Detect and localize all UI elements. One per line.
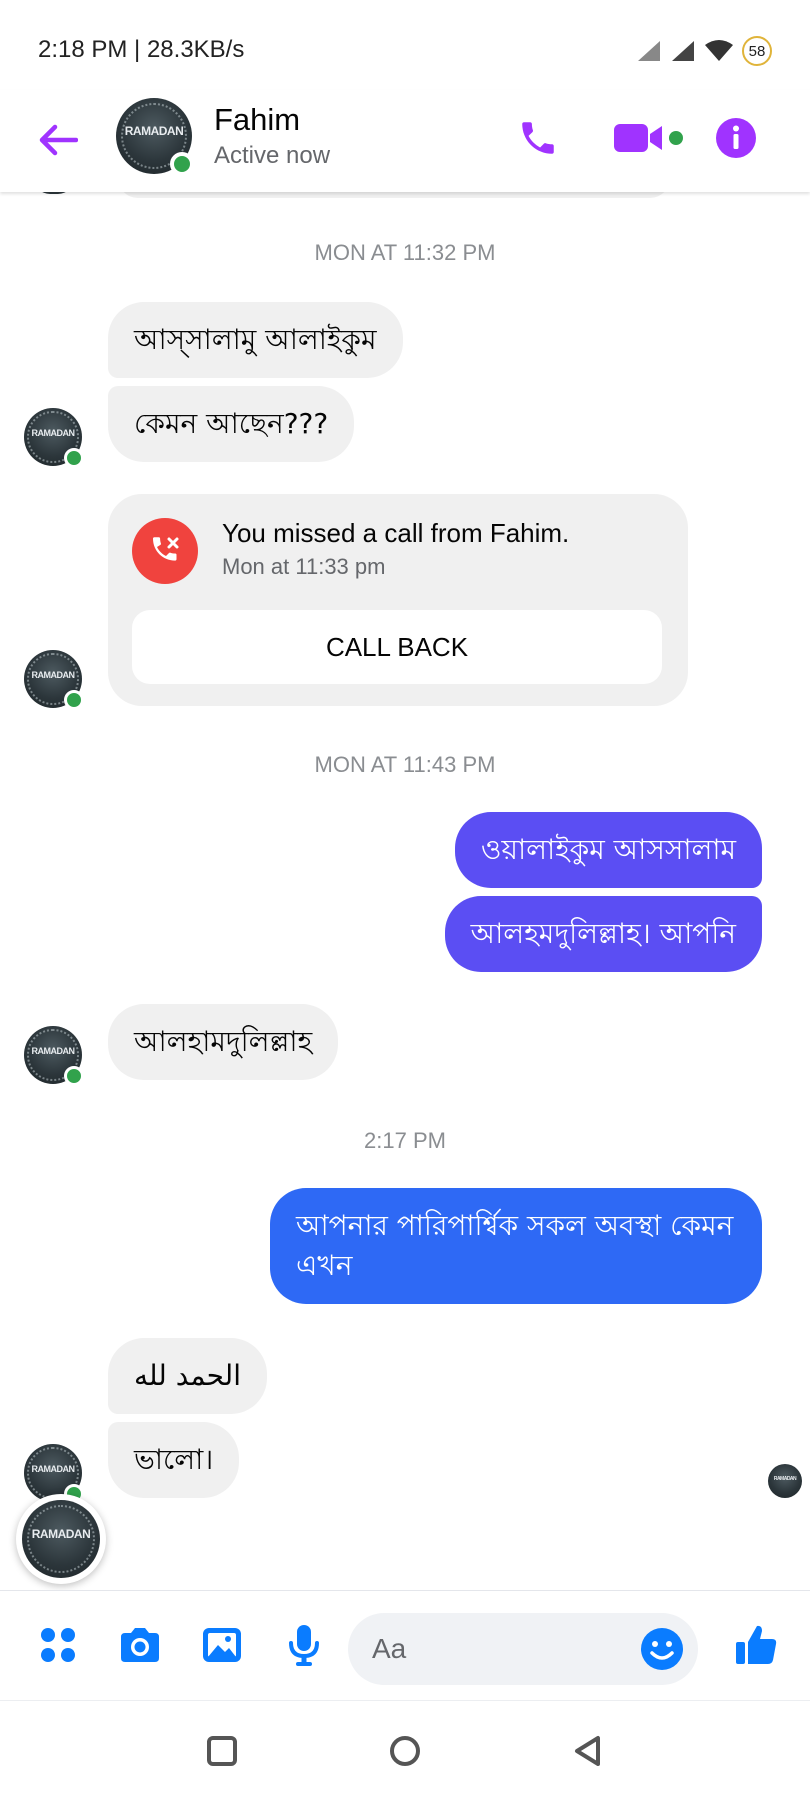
back-button[interactable]	[30, 112, 86, 168]
video-camera-icon	[614, 124, 683, 152]
voice-message-button[interactable]	[276, 1617, 332, 1673]
contact-status: Active now	[214, 142, 331, 169]
emoji-icon	[641, 1628, 683, 1670]
more-actions-button[interactable]	[30, 1617, 86, 1673]
avatar-text: RAMADAN	[31, 669, 76, 680]
incoming-message[interactable]: আস্সালামু আলাইকুম	[108, 302, 403, 378]
signal-icon	[638, 41, 660, 61]
incoming-message[interactable]: আলহামদুলিল্লাহ	[108, 1004, 339, 1080]
image-icon	[203, 1628, 241, 1662]
previous-avatar-edge	[34, 192, 74, 194]
online-indicator	[64, 1066, 84, 1086]
square-icon	[207, 1736, 237, 1766]
video-call-button[interactable]	[608, 108, 688, 168]
online-indicator	[64, 448, 84, 468]
timestamp: MON AT 11:43 PM	[314, 752, 496, 777]
sender-avatar[interactable]: RAMADAN	[24, 408, 84, 468]
system-back-button[interactable]	[560, 1723, 616, 1779]
avatar-text: RAMADAN	[124, 123, 184, 138]
triangle-back-icon	[575, 1736, 600, 1766]
back-arrow-icon	[39, 124, 78, 156]
incoming-message[interactable]: ভালো।	[108, 1422, 240, 1498]
signal-icon	[672, 41, 694, 61]
status-bar: 2:18 PM | 28.3KB/s 58	[0, 0, 810, 90]
online-indicator	[64, 690, 84, 710]
avatar-text: RAMADAN	[31, 427, 76, 438]
system-nav-bar	[0, 1700, 810, 1800]
avatar-text: RAMADAN	[31, 1045, 76, 1056]
sender-avatar[interactable]: RAMADAN	[24, 1444, 84, 1504]
wifi-icon	[705, 40, 733, 61]
incoming-message[interactable]: কেমন আছেন???	[108, 386, 355, 462]
battery-indicator: 58	[742, 36, 772, 66]
camera-button[interactable]	[112, 1617, 168, 1673]
read-receipt-avatar: RAMADAN	[768, 1464, 802, 1498]
avatar-text: RAMADAN	[31, 1463, 76, 1474]
missed-call-title: You missed a call from Fahim.	[222, 518, 570, 548]
contact-avatar[interactable]: RAMADAN	[116, 98, 194, 176]
online-indicator	[170, 152, 194, 176]
outgoing-message[interactable]: আপনার পারিপার্শ্বিক সকল অবস্থা কেমন এখন	[270, 1188, 762, 1304]
home-button[interactable]	[377, 1723, 433, 1779]
avatar-text: RAMADAN	[773, 1475, 797, 1482]
info-button[interactable]	[706, 108, 766, 168]
sender-avatar[interactable]: RAMADAN	[24, 1026, 84, 1086]
outgoing-message[interactable]: ওয়ালাইকুম আসসালাম	[454, 812, 762, 888]
thumbs-up-icon	[736, 1625, 777, 1664]
previous-message-edge	[118, 192, 670, 198]
microphone-icon	[289, 1625, 319, 1666]
chat-head[interactable]: RAMADAN	[16, 1494, 106, 1584]
message-thread[interactable]: MON AT 11:32 PM আস্সালামু আলাইকুম কেমন আ…	[0, 192, 810, 1590]
contact-name[interactable]: Fahim	[214, 102, 300, 138]
status-time: 2:18 PM | 28.3KB/s	[38, 36, 245, 63]
message-composer	[0, 1590, 810, 1700]
voice-call-button[interactable]	[508, 108, 568, 168]
conversation-header: RAMADAN Fahim Active now	[0, 90, 810, 192]
timestamp: MON AT 11:32 PM	[314, 240, 496, 265]
timestamp: 2:17 PM	[364, 1128, 446, 1153]
info-icon	[716, 118, 756, 158]
like-button[interactable]	[728, 1617, 784, 1673]
emoji-button[interactable]	[636, 1623, 688, 1675]
call-back-button[interactable]: CALL BACK	[132, 610, 662, 684]
camera-icon	[121, 1628, 159, 1662]
missed-call-card: You missed a call from Fahim. Mon at 11:…	[108, 494, 688, 706]
circle-icon	[390, 1736, 420, 1766]
missed-call-time: Mon at 11:33 pm	[222, 554, 386, 579]
avatar-text: RAMADAN	[31, 1526, 91, 1541]
four-dots-icon	[41, 1628, 75, 1662]
gallery-button[interactable]	[194, 1617, 250, 1673]
missed-call-icon	[132, 518, 198, 584]
recent-apps-button[interactable]	[194, 1723, 250, 1779]
incoming-message[interactable]: الحمد لله	[108, 1338, 267, 1414]
sender-avatar[interactable]: RAMADAN	[24, 650, 84, 710]
outgoing-message[interactable]: আলহমদুলিল্লাহ। আপনি	[444, 896, 762, 972]
status-icons: 58	[636, 36, 772, 66]
phone-icon	[522, 122, 554, 154]
